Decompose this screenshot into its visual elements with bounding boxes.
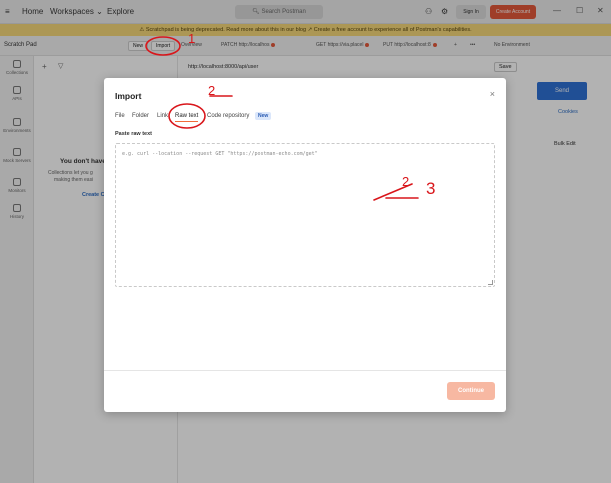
raw-text-placeholder: e.g. curl --location --request GET "http…	[122, 151, 318, 157]
resize-handle-icon[interactable]	[488, 280, 493, 285]
dialog-title: Import	[115, 91, 142, 101]
tab-folder[interactable]: Folder	[132, 113, 149, 119]
tab-file[interactable]: File	[115, 113, 125, 119]
footer-divider	[104, 370, 506, 371]
import-dialog: Import × File Folder Link Raw text Code …	[104, 78, 506, 412]
paste-raw-text-label: Paste raw text	[115, 131, 152, 137]
continue-button[interactable]: Continue	[447, 382, 495, 400]
raw-text-input[interactable]: e.g. curl --location --request GET "http…	[115, 143, 495, 287]
close-icon[interactable]: ×	[490, 89, 495, 99]
tab-link[interactable]: Link	[157, 113, 168, 119]
new-badge: New	[255, 112, 272, 120]
tab-code-repository[interactable]: Code repository	[207, 113, 249, 119]
tab-raw-text[interactable]: Raw text	[175, 113, 199, 122]
